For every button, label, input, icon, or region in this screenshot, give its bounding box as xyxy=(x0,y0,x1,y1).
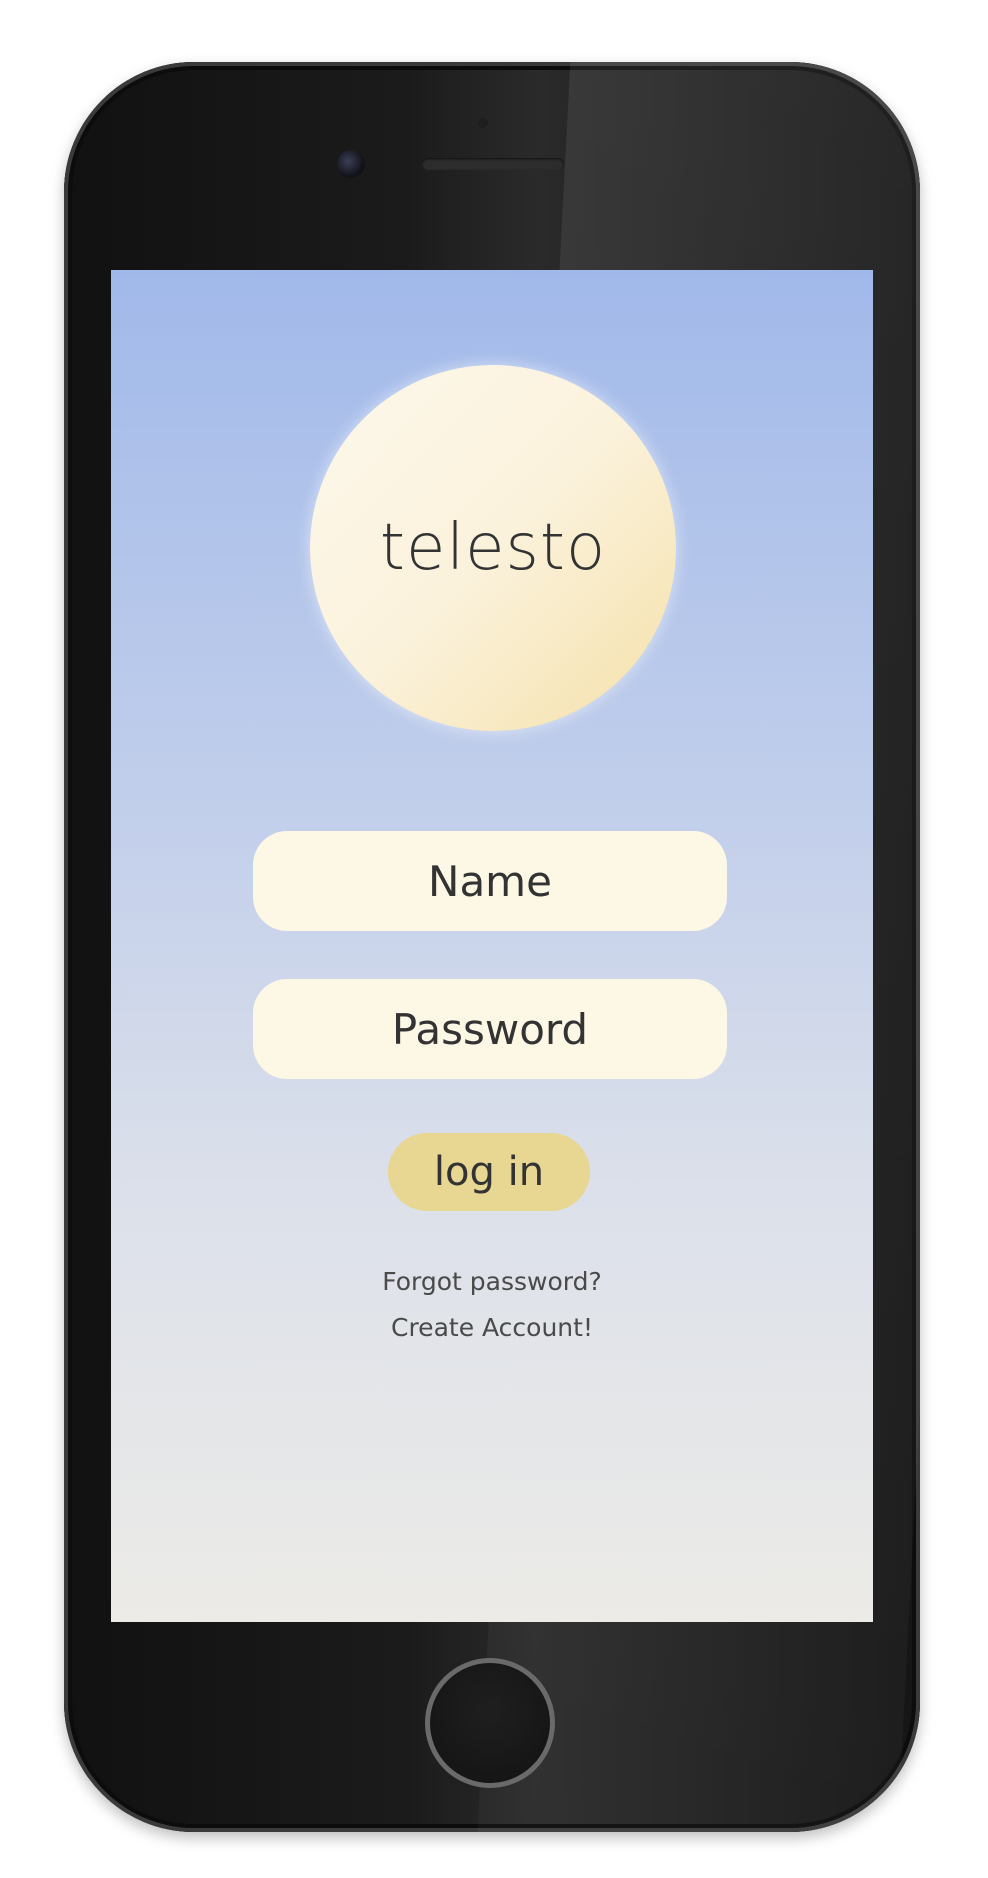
camera-icon xyxy=(337,150,365,178)
login-button[interactable]: log in xyxy=(388,1133,590,1211)
name-input[interactable] xyxy=(253,831,727,931)
login-screen: telesto log in Forgot password? Create A… xyxy=(111,270,873,1622)
logo-circle: telesto xyxy=(310,365,676,731)
home-button-icon[interactable] xyxy=(425,1658,555,1788)
password-input[interactable] xyxy=(253,979,727,1079)
forgot-password-link[interactable]: Forgot password? xyxy=(111,1267,873,1296)
app-logo-text: telesto xyxy=(379,511,607,585)
create-account-link[interactable]: Create Account! xyxy=(111,1313,873,1342)
mockup-stage: telesto log in Forgot password? Create A… xyxy=(0,0,988,1878)
proximity-sensor-icon xyxy=(478,118,488,128)
speaker-grille-icon xyxy=(422,158,564,170)
phone-device-frame: telesto log in Forgot password? Create A… xyxy=(64,62,920,1832)
